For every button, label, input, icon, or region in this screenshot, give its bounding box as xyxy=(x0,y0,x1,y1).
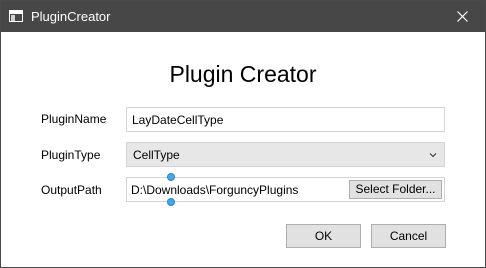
plugin-name-input[interactable] xyxy=(126,107,445,132)
cancel-button[interactable]: Cancel xyxy=(371,224,446,248)
window-title: PluginCreator xyxy=(31,9,111,24)
page-title: Plugin Creator xyxy=(169,61,317,87)
plugin-type-selected-value: CellType xyxy=(133,148,180,162)
close-icon xyxy=(456,11,468,22)
plugin-name-label: PluginName xyxy=(41,112,107,126)
selection-handle-top[interactable] xyxy=(167,173,175,181)
title-bar[interactable]: PluginCreator xyxy=(1,1,485,32)
ok-button[interactable]: OK xyxy=(286,224,361,248)
plugin-type-select[interactable]: CellType xyxy=(126,142,445,167)
output-path-value: D:\Downloads\ForguncyPlugins xyxy=(131,183,299,197)
plugin-type-label: PluginType xyxy=(41,148,101,162)
selection-handle-bottom[interactable] xyxy=(167,198,175,206)
close-button[interactable] xyxy=(439,1,485,32)
plugin-creator-window: PluginCreator Plugin Creator PluginName … xyxy=(0,0,486,268)
app-window-icon xyxy=(9,10,23,22)
select-folder-button[interactable]: Select Folder... xyxy=(349,180,442,199)
output-path-label: OutputPath xyxy=(41,183,102,197)
chevron-down-icon xyxy=(429,153,437,158)
